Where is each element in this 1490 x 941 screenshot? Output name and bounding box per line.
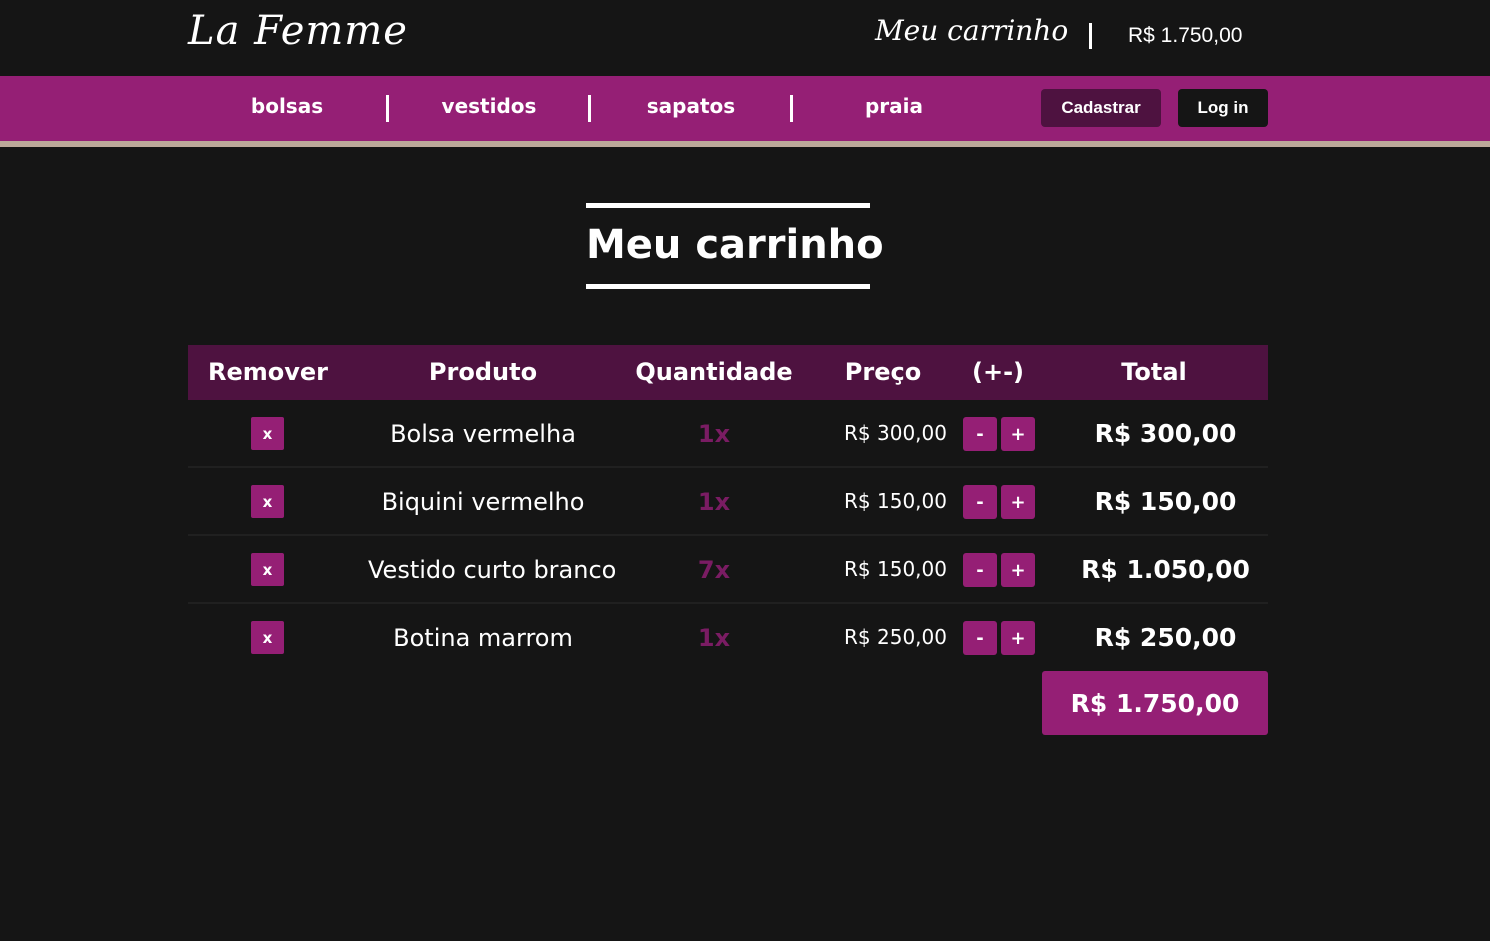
top-header: La Femme Meu carrinho R$ 1.750,00: [0, 0, 1490, 76]
column-header-quantity: Quantidade: [635, 358, 793, 386]
product-quantity: 1x: [697, 420, 731, 448]
nav-bottom-border: [0, 141, 1490, 147]
decrease-quantity-button[interactable]: -: [963, 553, 997, 587]
decrease-quantity-button[interactable]: -: [963, 417, 997, 451]
decrease-quantity-button[interactable]: -: [963, 621, 997, 655]
row-total: R$ 300,00: [1094, 419, 1237, 448]
nav-item-praia[interactable]: praia: [814, 94, 974, 118]
remove-item-button[interactable]: x: [251, 485, 284, 518]
title-bottom-rule: [586, 284, 870, 289]
column-header-remove: Remover: [207, 358, 328, 386]
row-total: R$ 250,00: [1094, 623, 1237, 652]
row-total: R$ 150,00: [1094, 487, 1237, 516]
increase-quantity-button[interactable]: +: [1001, 485, 1035, 519]
cart-link[interactable]: Meu carrinho: [875, 14, 1068, 47]
nav-item-sapatos[interactable]: sapatos: [611, 94, 771, 118]
product-price: R$ 150,00: [844, 489, 947, 513]
nav-divider: [790, 95, 793, 122]
decrease-quantity-button[interactable]: -: [963, 485, 997, 519]
page-title: Meu carrinho: [586, 222, 884, 268]
title-top-rule: [586, 203, 870, 208]
product-name: Biquini vermelho: [381, 488, 585, 516]
increase-quantity-button[interactable]: +: [1001, 417, 1035, 451]
product-quantity: 1x: [697, 624, 731, 652]
column-header-price: Preço: [844, 358, 922, 386]
nav-divider: [588, 95, 591, 122]
remove-item-button[interactable]: x: [251, 621, 284, 654]
table-row: x Biquini vermelho 1x R$ 150,00 - + R$ 1…: [188, 468, 1268, 536]
product-price: R$ 250,00: [844, 625, 947, 649]
nav-item-vestidos[interactable]: vestidos: [409, 94, 569, 118]
row-total: R$ 1.050,00: [1081, 555, 1250, 584]
product-price: R$ 300,00: [844, 421, 947, 445]
table-row: x Vestido curto branco 7x R$ 150,00 - + …: [188, 536, 1268, 604]
product-name: Vestido curto branco: [368, 556, 617, 584]
column-header-adjust: (+-): [971, 358, 1024, 386]
increase-quantity-button[interactable]: +: [1001, 621, 1035, 655]
header-divider: [1089, 23, 1092, 49]
remove-item-button[interactable]: x: [251, 417, 284, 450]
product-quantity: 7x: [697, 556, 731, 584]
increase-quantity-button[interactable]: +: [1001, 553, 1035, 587]
product-name: Bolsa vermelha: [390, 420, 576, 448]
product-name: Botina marrom: [393, 624, 573, 652]
main-nav: bolsas vestidos sapatos praia Cadastrar …: [0, 76, 1490, 141]
column-header-total: Total: [1121, 358, 1187, 386]
remove-item-button[interactable]: x: [251, 553, 284, 586]
table-row: x Bolsa vermelha 1x R$ 300,00 - + R$ 300…: [188, 400, 1268, 468]
product-price: R$ 150,00: [844, 557, 947, 581]
cart-table-header: Remover Produto Quantidade Preço (+-) To…: [188, 345, 1268, 400]
column-header-product: Produto: [428, 358, 538, 386]
header-cart-total: R$ 1.750,00: [1128, 24, 1243, 47]
table-row: x Botina marrom 1x R$ 250,00 - + R$ 250,…: [188, 604, 1268, 672]
site-logo[interactable]: La Femme: [188, 8, 408, 54]
register-button[interactable]: Cadastrar: [1041, 89, 1161, 127]
nav-item-bolsas[interactable]: bolsas: [207, 94, 367, 118]
product-quantity: 1x: [697, 488, 731, 516]
grand-total-button[interactable]: R$ 1.750,00: [1042, 671, 1268, 735]
login-button[interactable]: Log in: [1178, 89, 1268, 127]
nav-divider: [386, 95, 389, 122]
